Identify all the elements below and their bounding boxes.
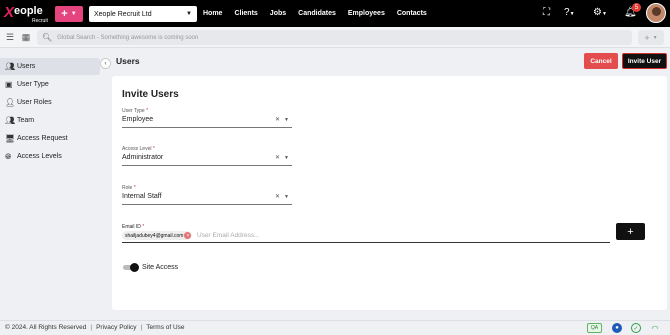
sidebar-item-access-request[interactable]: 🖥︎ Access Request [0,130,100,147]
chevron-down-icon: ▼ [70,11,77,17]
chevron-left-icon: ‹ [104,60,107,67]
access-level-select[interactable]: Access Level * Administrator ✕ ▼ [122,146,292,166]
invite-user-button[interactable]: Invite User [622,53,667,69]
company-select[interactable]: Xeople Recruit Ltd ▼ [89,6,197,22]
chevron-down-icon[interactable]: ▼ [284,155,289,161]
role-select[interactable]: Role * Internal Staff ✕ ▼ [122,185,292,205]
toggle-knob [130,263,139,272]
company-select-value: Xeople Recruit Ltd [94,10,152,18]
nav-home[interactable]: Home [203,10,222,17]
clear-icon[interactable]: ✕ [275,154,280,161]
sidebar-item-label: Access Levels [17,153,62,160]
gear-icon[interactable]: ⚙▼ [593,8,607,19]
user-type-icon: ▣ [5,80,13,89]
nav-employees[interactable]: Employees [348,10,385,17]
logo-subtitle: Recruit [32,18,48,24]
nav-jobs[interactable]: Jobs [270,10,286,17]
user-circle-icon[interactable]: ● [612,323,622,333]
sidebar-item-access-levels[interactable]: 🌐︎ Access Levels [0,148,100,165]
plus-icon: + [61,8,68,20]
cancel-button[interactable]: Cancel [584,53,618,69]
wifi-icon: ◠ [651,323,659,333]
team-icon: 👥︎ [5,116,16,125]
chevron-down-icon[interactable]: ▼ [284,117,289,123]
environment-badge: QA [587,323,602,333]
nav-contacts[interactable]: Contacts [397,10,427,17]
email-input[interactable]: User Email Address... [197,232,260,239]
email-chip-text: shailjadubey4@gmail.com [125,232,184,239]
search-icon: 🔍︎ [42,33,53,42]
sidebar-item-user-type[interactable]: ▣ User Type [0,76,100,93]
logo-word: eople [14,5,43,17]
email-chip: shailjadubey4@gmail.com × [122,231,193,240]
page-title: Users [116,56,140,66]
footer-text: © 2024. All Rights Reserved | Privacy Poli… [5,324,185,331]
grid-view-icon[interactable]: ▦ [20,32,32,43]
user-roles-icon: 👤︎ [5,98,16,107]
quick-add-button[interactable]: + ▼ [55,6,83,22]
card-title: Invite Users [122,89,179,100]
collapse-sidebar-button[interactable]: ‹ [100,58,111,69]
search-toolbar: ☰ ▦ 🔍︎ Global Search - Something awesome… [0,27,670,48]
role-value: Internal Staff [122,193,162,200]
sidebar: 👥︎ Users ▣ User Type 👤︎ User Roles 👥︎ Te… [0,50,108,320]
site-access-label: Site Access [142,264,179,271]
nav-clients[interactable]: Clients [234,10,257,17]
access-level-value: Administrator [122,154,164,161]
avatar[interactable] [646,3,666,23]
list-view-icon[interactable]: ☰ [4,32,16,43]
chevron-down-icon: ▼ [186,11,192,17]
access-level-label: Access Level * [122,146,155,152]
users-icon: 👥︎ [5,62,16,71]
create-menu-button[interactable]: + ▼ [638,30,664,45]
fullscreen-icon[interactable]: ⛶ [543,8,550,18]
notification-badge: 5 [632,3,641,12]
top-navbar: X eople Recruit + ▼ Xeople Recruit Ltd ▼… [0,0,670,27]
sidebar-item-team[interactable]: 👥︎ Team [0,112,100,129]
remove-chip-icon[interactable]: × [184,232,192,239]
plus-icon: + [627,225,634,238]
user-type-label: User Type * [122,108,149,114]
footer: © 2024. All Rights Reserved | Privacy Poli… [0,320,670,335]
logo-mark: X [4,4,15,21]
help-icon[interactable]: ?▼ [564,8,575,19]
main-nav: Home Clients Jobs Candidates Employees C… [203,0,439,27]
check-circle-icon[interactable]: ✓ [631,323,641,333]
sidebar-item-users[interactable]: 👥︎ Users [0,58,100,75]
site-access-toggle[interactable] [123,263,139,272]
sidebar-item-label: User Type [17,81,49,88]
monitor-icon: 🖥︎ [5,134,16,143]
sidebar-item-user-roles[interactable]: 👤︎ User Roles [0,94,100,111]
terms-link[interactable]: Terms of Use [146,324,184,331]
plus-icon: + [644,32,650,43]
app-logo[interactable]: X eople Recruit [4,3,52,25]
sidebar-item-label: Access Request [17,135,68,142]
privacy-link[interactable]: Privacy Policy [96,324,136,331]
sidebar-item-label: User Roles [17,99,52,106]
sidebar-item-label: Users [17,63,36,70]
chevron-down-icon[interactable]: ▼ [284,194,289,200]
search-input[interactable]: Global Search - Something awesome is com… [57,35,198,41]
nav-candidates[interactable]: Candidates [298,10,336,17]
clear-icon[interactable]: ✕ [275,116,280,123]
invite-users-card: Invite Users User Type * Employee ✕ ▼ Ac… [112,76,667,310]
add-email-button[interactable]: + [616,223,645,240]
email-field[interactable]: Email ID * shailjadubey4@gmail.com × Use… [122,224,610,243]
user-type-value: Employee [122,116,154,123]
role-label: Role * [122,185,136,191]
global-search[interactable]: 🔍︎ Global Search - Something awesome is … [37,30,632,45]
globe-icon: 🌐︎ [5,151,12,161]
user-type-select[interactable]: User Type * Employee ✕ ▼ [122,108,292,128]
sidebar-item-label: Team [17,117,35,124]
chevron-down-icon: ▼ [652,34,658,41]
email-label: Email ID * [122,224,145,230]
clear-icon[interactable]: ✕ [275,193,280,200]
copyright: © 2024. All Rights Reserved [5,324,87,331]
